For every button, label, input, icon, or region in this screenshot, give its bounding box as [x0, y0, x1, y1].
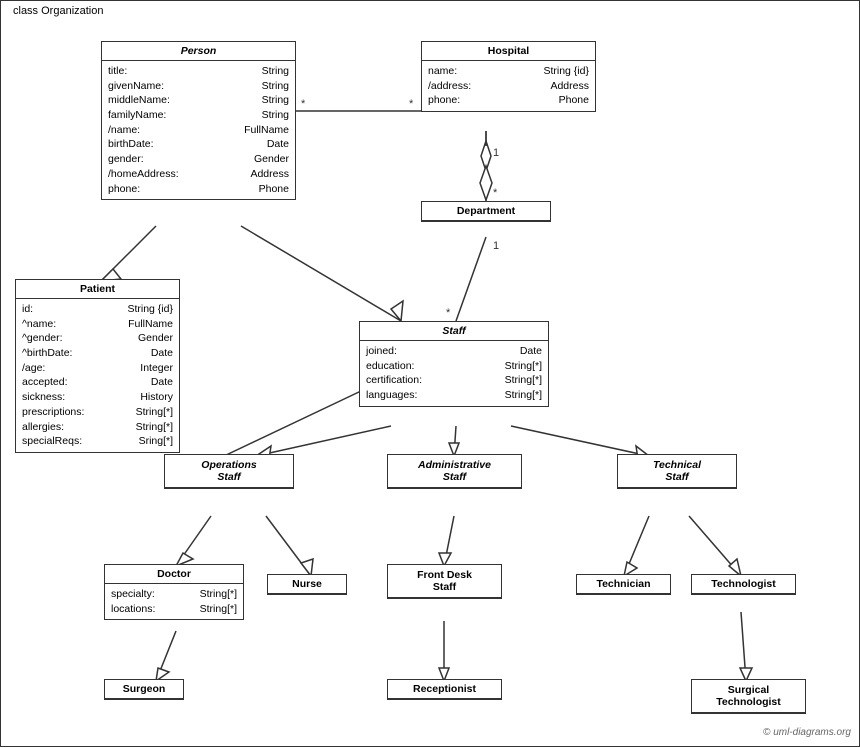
class-patient-name: Patient [16, 280, 179, 299]
class-doctor-name: Doctor [105, 565, 243, 584]
svg-text:1: 1 [493, 240, 499, 252]
class-receptionist: Receptionist [387, 679, 502, 700]
class-person: Person title:String givenName:String mid… [101, 41, 296, 200]
class-operations-staff-name: OperationsStaff [165, 455, 293, 488]
watermark: © uml-diagrams.org [763, 727, 851, 738]
class-nurse-name: Nurse [268, 575, 346, 594]
class-doctor-attrs: specialty:String[*] locations:String[*] [105, 584, 243, 619]
class-doctor: Doctor specialty:String[*] locations:Str… [104, 564, 244, 620]
svg-text:*: * [446, 307, 451, 319]
class-front-desk-staff-name: Front DeskStaff [388, 565, 501, 598]
class-staff: Staff joined:Date education:String[*] ce… [359, 321, 549, 407]
class-surgeon: Surgeon [104, 679, 184, 700]
class-technical-staff: TechnicalStaff [617, 454, 737, 489]
class-hospital: Hospital name:String {id} /address:Addre… [421, 41, 596, 112]
class-person-attrs: title:String givenName:String middleName… [102, 61, 295, 199]
class-surgical-technologist: SurgicalTechnologist [691, 679, 806, 714]
class-hospital-attrs: name:String {id} /address:Address phone:… [422, 61, 595, 111]
class-staff-name: Staff [360, 322, 548, 341]
class-operations-staff: OperationsStaff [164, 454, 294, 489]
class-department: Department [421, 201, 551, 222]
class-receptionist-name: Receptionist [388, 680, 501, 699]
class-technologist: Technologist [691, 574, 796, 595]
svg-text:*: * [301, 98, 306, 110]
class-nurse: Nurse [267, 574, 347, 595]
class-patient: Patient id:String {id} ^name:FullName ^g… [15, 279, 180, 453]
class-technician-name: Technician [577, 575, 670, 594]
class-surgeon-name: Surgeon [105, 680, 183, 699]
class-patient-attrs: id:String {id} ^name:FullName ^gender:Ge… [16, 299, 179, 452]
svg-text:*: * [493, 187, 498, 199]
diagram-title: class Organization [9, 5, 108, 17]
diagram-container: class Organization * * 1 * 1 * * [0, 0, 860, 747]
svg-text:*: * [409, 98, 414, 110]
class-department-name: Department [422, 202, 550, 221]
class-technician: Technician [576, 574, 671, 595]
class-technical-staff-name: TechnicalStaff [618, 455, 736, 488]
class-hospital-name: Hospital [422, 42, 595, 61]
class-front-desk-staff: Front DeskStaff [387, 564, 502, 599]
class-administrative-staff-name: AdministrativeStaff [388, 455, 521, 488]
class-surgical-technologist-name: SurgicalTechnologist [692, 680, 805, 713]
class-staff-attrs: joined:Date education:String[*] certific… [360, 341, 548, 406]
class-technologist-name: Technologist [692, 575, 795, 594]
class-person-name: Person [102, 42, 295, 61]
svg-text:1: 1 [493, 147, 499, 159]
class-administrative-staff: AdministrativeStaff [387, 454, 522, 489]
